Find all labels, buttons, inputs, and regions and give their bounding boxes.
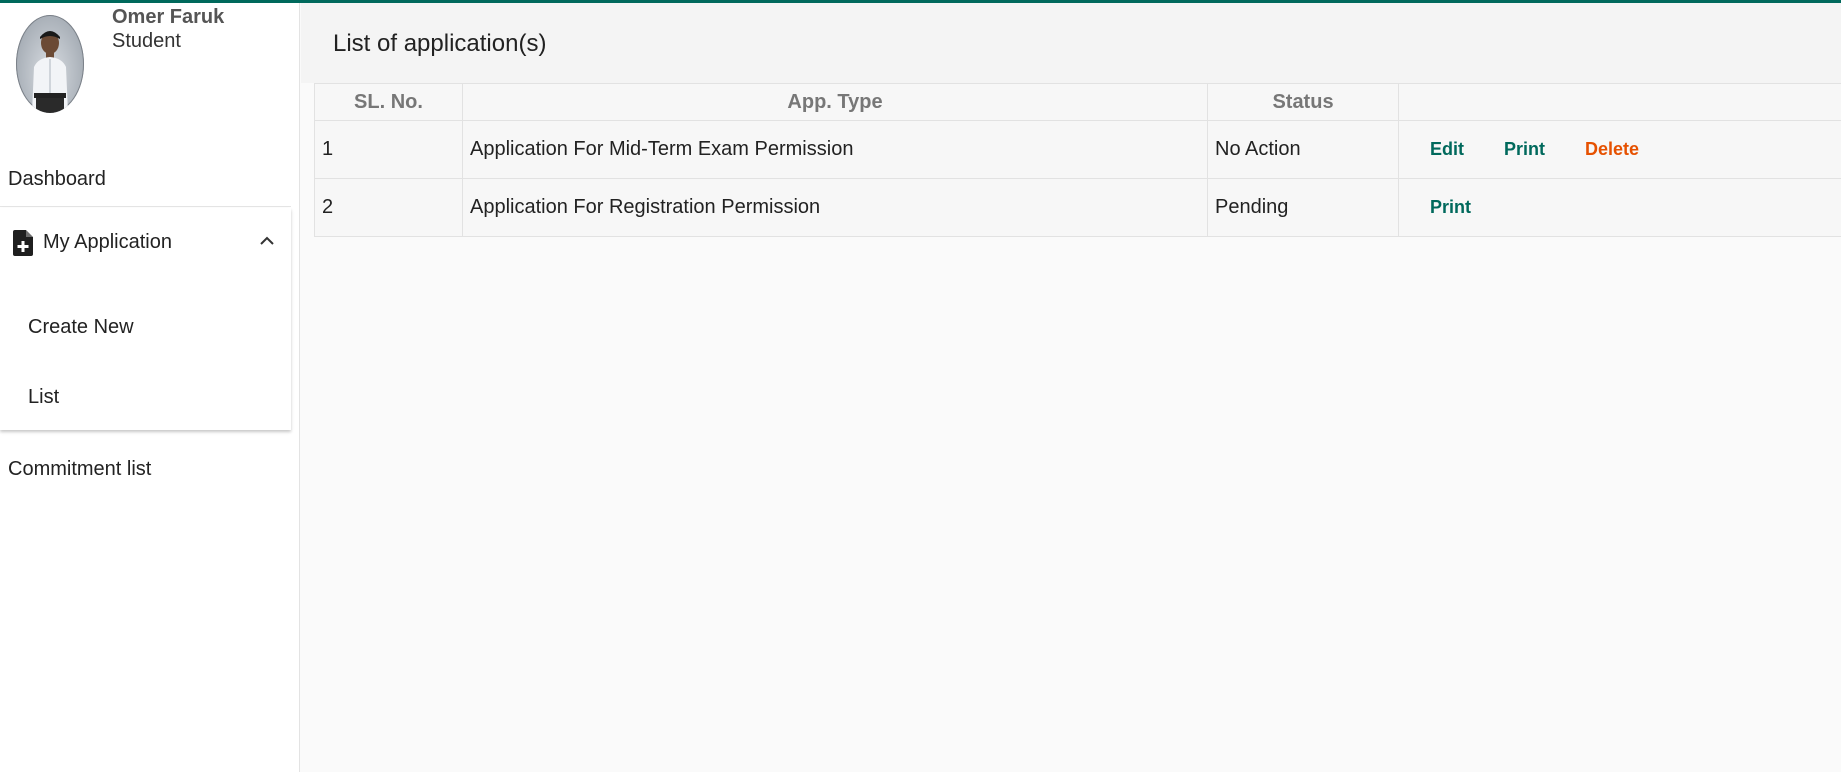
table-row: 2 Application For Registration Permissio… xyxy=(314,178,1841,237)
cell-app-type: Application For Mid-Term Exam Permission xyxy=(462,120,1208,179)
divider xyxy=(0,206,291,207)
user-profile: Omer Faruk Student xyxy=(0,3,299,148)
cell-actions: Print xyxy=(1398,178,1841,237)
print-link[interactable]: Print xyxy=(1504,139,1545,160)
table-header-row: SL. No. App. Type Status xyxy=(314,83,1841,121)
sidebar-subitem-list[interactable]: List xyxy=(28,386,59,409)
sidebar-item-my-application[interactable]: My Application xyxy=(0,228,291,260)
edit-link[interactable]: Edit xyxy=(1430,139,1464,160)
main-content: List of application(s) SL. No. App. Type… xyxy=(301,3,1841,772)
my-application-panel: My Application Create New List xyxy=(0,208,291,430)
column-header-sl-no: SL. No. xyxy=(314,83,463,121)
column-header-app-type: App. Type xyxy=(462,83,1208,121)
applications-table: SL. No. App. Type Status 1 Application F… xyxy=(314,83,1841,237)
cell-actions: Edit Print Delete xyxy=(1398,120,1841,179)
sidebar-item-label: My Application xyxy=(43,231,172,253)
cell-status: Pending xyxy=(1207,178,1399,237)
sidebar-subitem-create-new[interactable]: Create New xyxy=(28,316,134,339)
user-name: Omer Faruk xyxy=(112,6,225,28)
column-header-actions xyxy=(1398,83,1841,121)
sidebar-item-dashboard[interactable]: Dashboard xyxy=(8,168,106,191)
chevron-up-icon[interactable] xyxy=(258,232,276,250)
sidebar-item-commitment-list[interactable]: Commitment list xyxy=(8,458,151,481)
cell-status: No Action xyxy=(1207,120,1399,179)
user-role: Student xyxy=(112,30,181,52)
page-title: List of application(s) xyxy=(333,30,547,57)
sidebar: Omer Faruk Student Dashboard My Applicat… xyxy=(0,3,300,772)
avatar-photo xyxy=(32,31,68,113)
delete-link[interactable]: Delete xyxy=(1585,139,1639,160)
print-link[interactable]: Print xyxy=(1430,197,1471,218)
file-add-icon xyxy=(13,230,33,256)
column-header-status: Status xyxy=(1207,83,1399,121)
cell-sl-no: 1 xyxy=(314,120,463,179)
avatar xyxy=(16,15,84,113)
cell-sl-no: 2 xyxy=(314,178,463,237)
cell-app-type: Application For Registration Permission xyxy=(462,178,1208,237)
page-header: List of application(s) xyxy=(301,3,1841,83)
table-row: 1 Application For Mid-Term Exam Permissi… xyxy=(314,120,1841,179)
